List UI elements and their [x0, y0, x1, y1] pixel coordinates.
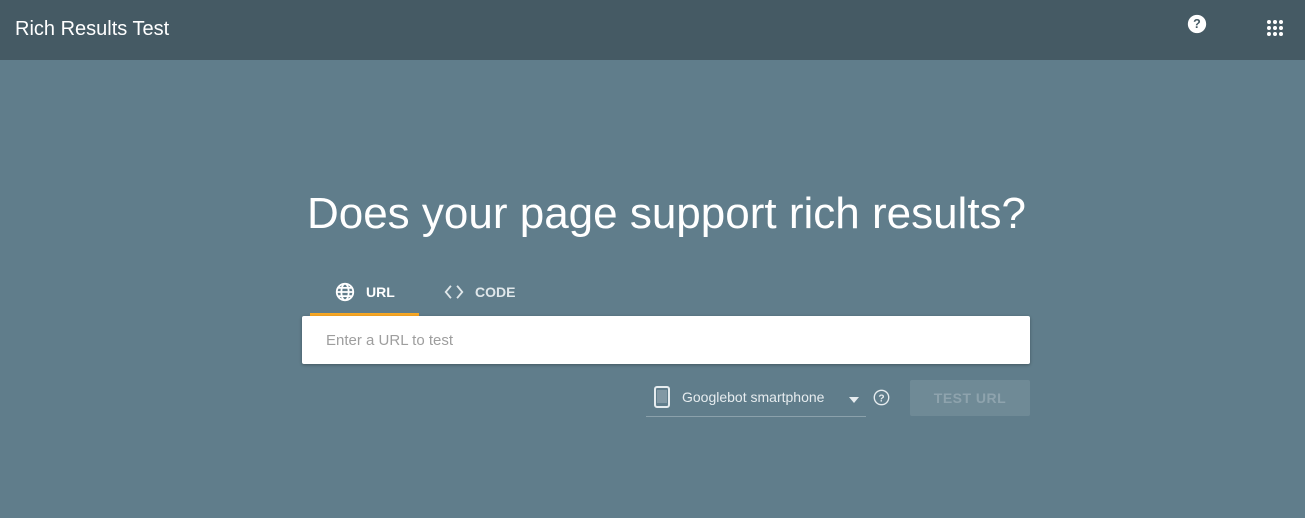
user-agent-select[interactable]: Googlebot smartphone — [646, 380, 866, 417]
tab-code[interactable]: CODE — [443, 268, 543, 316]
page-headline: Does your page support rich results? — [306, 189, 1027, 238]
tab-code-label: CODE — [475, 284, 516, 300]
dropdown-arrow-icon — [849, 397, 859, 403]
top-app-bar: Rich Results Test ? — [0, 0, 1305, 60]
apps-icon[interactable] — [1266, 19, 1284, 37]
globe-icon — [335, 282, 355, 302]
url-input[interactable] — [302, 316, 1030, 364]
tab-url-label: URL — [366, 284, 395, 300]
svg-text:?: ? — [878, 393, 884, 404]
code-icon — [444, 285, 464, 299]
smartphone-icon — [654, 386, 670, 408]
tab-url[interactable]: URL — [310, 268, 419, 316]
user-agent-value: Googlebot smartphone — [682, 389, 825, 405]
test-url-button[interactable]: TEST URL — [910, 380, 1030, 416]
user-agent-help-icon[interactable]: ? — [873, 389, 890, 406]
app-title: Rich Results Test — [15, 18, 170, 40]
help-icon[interactable]: ? — [1187, 14, 1207, 34]
svg-text:?: ? — [1193, 17, 1201, 31]
